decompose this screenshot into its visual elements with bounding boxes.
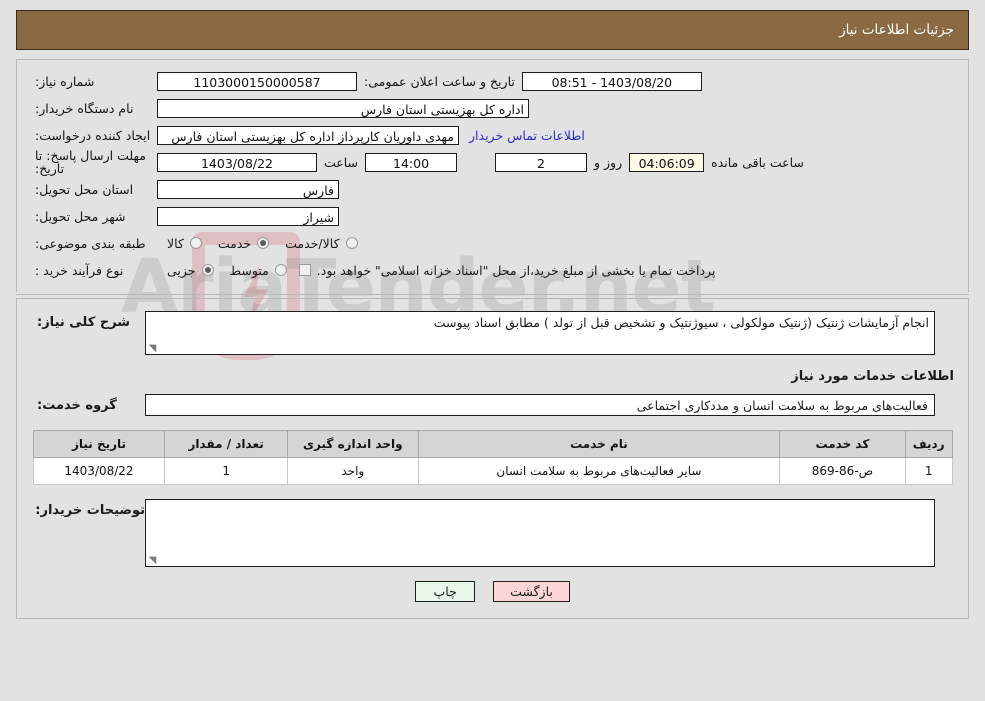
deadline-hour-value: 14:00 xyxy=(365,152,458,172)
category-option-1[interactable]: کالا xyxy=(157,236,208,251)
radio-khedmat[interactable] xyxy=(257,237,270,249)
radio-motavaset[interactable] xyxy=(274,264,287,276)
description-textarea[interactable]: انجام آزمایشات ژنتیک (ژنتیک مولکولی ، سی… xyxy=(145,311,935,355)
th-unit: واحد اندازه گیری xyxy=(286,430,419,458)
radio-kala-khedmat[interactable] xyxy=(345,237,358,249)
row-deadline: ساعت باقی مانده 04:06:09 روز و 2 14:00 س… xyxy=(29,149,956,175)
process-option-1[interactable]: جزیی xyxy=(157,263,220,278)
creator-label: ایجاد کننده درخواست: xyxy=(35,127,151,143)
cell-need-date: 1403/08/22 xyxy=(32,457,166,485)
category-label: طبقه بندی موضوعی: xyxy=(35,235,146,251)
category-option-2-label: خدمت xyxy=(217,235,252,251)
treasury-checkbox[interactable] xyxy=(298,264,311,276)
radio-kala[interactable] xyxy=(189,237,202,249)
deadline-hour-label: ساعت xyxy=(324,154,359,170)
th-quantity: تعداد / مقدار xyxy=(164,430,288,458)
delivery-city-value: شیراز xyxy=(157,206,339,226)
services-section-heading: اطلاعات خدمات مورد نیاز xyxy=(791,369,954,384)
notes-resize-grip-icon[interactable]: ◥ xyxy=(148,556,157,566)
delivery-province-label: استان محل تحویل: xyxy=(35,181,134,197)
print-button[interactable]: چاپ xyxy=(415,581,476,602)
process-label: نوع فرآیند خرید : xyxy=(35,262,124,278)
countdown-label: ساعت باقی مانده xyxy=(711,154,804,170)
process-option-2-label: متوسط xyxy=(229,262,269,278)
need-number-value: 1103000150000587 xyxy=(157,71,357,91)
buyer-contact-link[interactable]: اطلاعات تماس خریدار xyxy=(459,128,595,143)
need-info-panel: 1403/08/20 - 08:51 تاریخ و ساعت اعلان عم… xyxy=(16,59,969,292)
button-bar: بازگشت چاپ xyxy=(29,581,956,608)
back-button[interactable]: بازگشت xyxy=(493,581,570,602)
row-category: کالا/خدمت خدمت کالا طبقه بندی موضوعی: xyxy=(29,230,956,256)
days-value: 2 xyxy=(495,152,588,172)
row-buyer-org: اداره کل بهزیستی استان فارس نام دستگاه خ… xyxy=(29,95,956,121)
buyer-org-value: اداره کل بهزیستی استان فارس xyxy=(157,98,529,118)
days-label: روز و xyxy=(594,154,623,170)
th-name: نام خدمت xyxy=(417,430,781,458)
cell-code: ص-86-869 xyxy=(779,457,906,485)
treasury-note: پرداخت تمام یا بخشی از مبلغ خرید،از محل … xyxy=(316,262,716,278)
creator-value: مهدی داوریان کارپرداز اداره کل بهزیستی ا… xyxy=(157,125,459,145)
th-row-no: ردیف xyxy=(904,430,953,458)
cell-unit: واحد xyxy=(286,457,419,485)
row-creator: اطلاعات تماس خریدار مهدی داوریان کارپردا… xyxy=(29,122,956,148)
resize-grip-icon[interactable]: ◥ xyxy=(148,344,157,354)
row-delivery-city: شیراز شهر محل تحویل: xyxy=(29,203,956,229)
deadline-label: مهلت ارسال پاسخ: تا تاریخ: xyxy=(35,148,146,176)
service-group-label: گروه خدمت: xyxy=(37,397,117,413)
cell-name: سایر فعالیت‌های مربوط به سلامت انسان xyxy=(417,457,781,485)
process-option-2[interactable]: متوسط xyxy=(220,263,293,278)
countdown-value: 04:06:09 xyxy=(629,152,705,172)
row-process: پرداخت تمام یا بخشی از مبلغ خرید،از محل … xyxy=(29,257,956,283)
radio-jozei[interactable] xyxy=(201,264,214,276)
form-rows: 1403/08/20 - 08:51 تاریخ و ساعت اعلان عم… xyxy=(17,60,968,292)
divider-1 xyxy=(16,294,969,295)
row-buyer-notes: ◥ توضیحات خریدار: xyxy=(29,499,956,567)
delivery-city-label: شهر محل تحویل: xyxy=(35,208,126,224)
items-table: ردیف کد خدمت نام خدمت واحد اندازه گیری ت… xyxy=(32,430,953,485)
delivery-province-value: فارس xyxy=(157,179,339,199)
th-need-date: تاریخ نیاز xyxy=(32,430,166,458)
category-option-3[interactable]: کالا/خدمت xyxy=(275,236,363,251)
row-delivery-province: فارس استان محل تحویل: xyxy=(29,176,956,202)
public-announce-label: تاریخ و ساعت اعلان عمومی: xyxy=(364,73,515,89)
table-header-row: ردیف کد خدمت نام خدمت واحد اندازه گیری ت… xyxy=(32,430,953,458)
page-root: جزئیات اطلاعات نیاز 1403/08/20 - 08:51 ت… xyxy=(0,10,985,619)
service-group-value: فعالیت‌های مربوط به سلامت انسان و مددکار… xyxy=(145,394,935,416)
row-need-number: 1403/08/20 - 08:51 تاریخ و ساعت اعلان عم… xyxy=(29,68,956,94)
cell-row-no: 1 xyxy=(904,457,953,485)
cell-quantity: 1 xyxy=(164,457,288,485)
details-panel: انجام آزمایشات ژنتیک (ژنتیک مولکولی ، سی… xyxy=(16,299,969,619)
deadline-date-value: 1403/08/22 xyxy=(157,152,317,172)
category-option-2[interactable]: خدمت xyxy=(208,236,275,251)
th-code: کد خدمت xyxy=(779,430,906,458)
window-titlebar: جزئیات اطلاعات نیاز xyxy=(16,10,969,50)
table-row: 1 ص-86-869 سایر فعالیت‌های مربوط به سلام… xyxy=(32,457,953,485)
row-description: انجام آزمایشات ژنتیک (ژنتیک مولکولی ، سی… xyxy=(29,311,956,355)
row-service-group: فعالیت‌های مربوط به سلامت انسان و مددکار… xyxy=(29,394,956,416)
category-option-1-label: کالا xyxy=(167,235,184,251)
process-option-1-label: جزیی xyxy=(167,262,196,278)
description-value: انجام آزمایشات ژنتیک (ژنتیک مولکولی ، سی… xyxy=(433,315,929,330)
public-announce-value: 1403/08/20 - 08:51 xyxy=(521,71,702,91)
buyer-org-label: نام دستگاه خریدار: xyxy=(35,100,134,116)
description-label: شرح کلی نیاز: xyxy=(37,315,131,330)
buyer-notes-label: توضیحات خریدار: xyxy=(35,503,145,518)
need-number-label: شماره نیاز: xyxy=(35,73,95,89)
category-option-3-label: کالا/خدمت xyxy=(285,235,340,251)
page-title: جزئیات اطلاعات نیاز xyxy=(839,22,954,38)
buyer-notes-textarea[interactable]: ◥ xyxy=(145,499,935,567)
